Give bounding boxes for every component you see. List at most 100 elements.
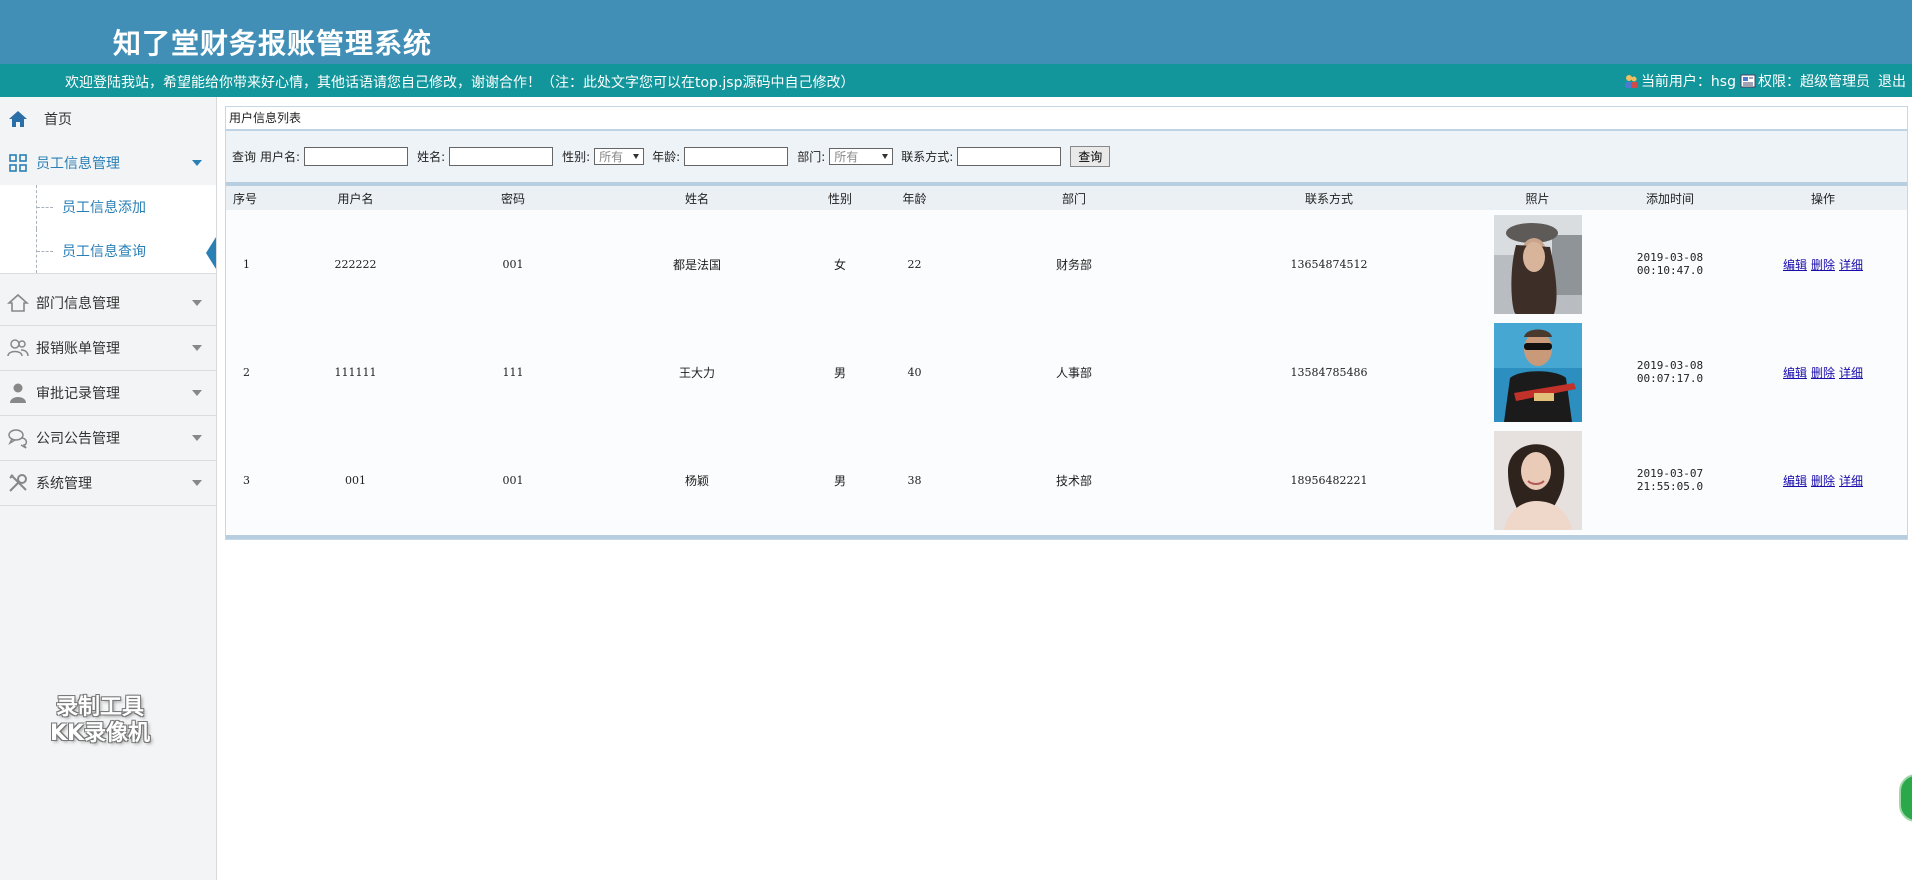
cell-time: 2019-03-08 00:07:17.0 bbox=[1636, 359, 1704, 385]
woman-portrait-photo bbox=[1493, 430, 1582, 530]
panel-title: 用户信息列表 bbox=[226, 107, 1907, 131]
edit-link[interactable]: 编辑 bbox=[1783, 366, 1807, 380]
query-button[interactable]: 查询 bbox=[1070, 146, 1111, 167]
gender-label: 性别: bbox=[562, 150, 591, 164]
user-info: 当前用户：hsg 权限：超级管理员 退出 bbox=[1623, 71, 1906, 91]
column-header: 照片 bbox=[1525, 191, 1550, 206]
user-table: 序号 用户名 密码 姓名 性别 年龄 部门 联系方式 照片 添加时间 操作 1 … bbox=[226, 186, 1907, 534]
cell-contact: 18956482221 bbox=[1290, 473, 1368, 487]
sidebar-group-system[interactable]: 系统管理 bbox=[0, 461, 216, 506]
column-header: 添加时间 bbox=[1645, 191, 1694, 206]
name-label: 姓名: bbox=[417, 150, 446, 164]
top-bar: 欢迎登陆我站，希望能给你带来好心情，其他话语请您自己修改，谢谢合作！（注：此处文… bbox=[0, 64, 1912, 97]
detail-link[interactable]: 详细 bbox=[1839, 258, 1863, 272]
app-title: 知了堂财务报账管理系统 bbox=[113, 27, 433, 60]
chevron-down-icon bbox=[882, 154, 889, 159]
users-icon bbox=[7, 337, 29, 359]
cell-age: 38 bbox=[907, 473, 922, 487]
chat-icon bbox=[7, 427, 29, 449]
contact-input[interactable] bbox=[957, 147, 1062, 166]
chevron-down-icon bbox=[192, 390, 202, 396]
cell-username: 111111 bbox=[334, 365, 377, 379]
sidebar-group-employee[interactable]: 员工信息管理 bbox=[0, 141, 216, 186]
sidebar-group-department[interactable]: 部门信息管理 bbox=[0, 281, 216, 326]
detail-link[interactable]: 详细 bbox=[1839, 474, 1863, 488]
column-header: 密码 bbox=[500, 191, 525, 206]
tools-icon bbox=[7, 472, 29, 494]
sidebar-item-label: 部门信息管理 bbox=[36, 296, 120, 312]
edit-link[interactable]: 编辑 bbox=[1783, 474, 1807, 488]
person-icon bbox=[7, 382, 29, 404]
sidebar-item-label: 系统管理 bbox=[36, 476, 92, 492]
cell-contact: 13654874512 bbox=[1290, 257, 1368, 271]
delete-link[interactable]: 删除 bbox=[1811, 258, 1835, 272]
app-header: 知了堂财务报账管理系统 bbox=[0, 0, 1912, 64]
column-header: 年龄 bbox=[902, 191, 927, 206]
column-header: 联系方式 bbox=[1304, 191, 1353, 206]
cell-dept: 人事部 bbox=[1055, 365, 1092, 380]
users-icon bbox=[1624, 75, 1638, 88]
man-guitar-photo bbox=[1493, 322, 1582, 422]
sidebar-group-announcement[interactable]: 公司公告管理 bbox=[0, 416, 216, 461]
cell-name: 杨颖 bbox=[684, 473, 709, 488]
cell-photo bbox=[1474, 210, 1601, 318]
chevron-down-icon bbox=[192, 160, 202, 166]
delete-link[interactable]: 删除 bbox=[1811, 366, 1835, 380]
sidebar-item-home[interactable]: 首页 bbox=[0, 97, 216, 142]
chevron-down-icon bbox=[192, 345, 202, 351]
dept-selected: 所有 bbox=[834, 150, 859, 164]
cell-time: 2019-03-07 21:55:05.0 bbox=[1636, 467, 1704, 493]
woman-hat-photo bbox=[1493, 214, 1582, 314]
cell-time: 2019-03-08 00:10:47.0 bbox=[1636, 251, 1704, 277]
cell-gender: 男 bbox=[833, 365, 846, 380]
chevron-down-icon bbox=[192, 480, 202, 486]
cell-no: 1 bbox=[243, 257, 250, 271]
column-header: 部门 bbox=[1061, 191, 1086, 206]
chevron-down-icon bbox=[633, 154, 640, 159]
cell-password: 001 bbox=[502, 473, 524, 487]
sidebar-item-label: 审批记录管理 bbox=[36, 386, 120, 402]
dept-select[interactable]: 所有 bbox=[829, 148, 894, 165]
cell-username: 222222 bbox=[334, 257, 377, 271]
recorder-watermark: 录制工具 KK录像机 bbox=[30, 695, 170, 747]
cell-photo bbox=[1474, 426, 1601, 534]
cell-password: 111 bbox=[502, 365, 524, 379]
tree-branch bbox=[37, 207, 53, 208]
house-icon bbox=[7, 292, 29, 314]
cell-dept: 财务部 bbox=[1055, 257, 1092, 272]
column-header: 性别 bbox=[827, 191, 852, 206]
cell-age: 40 bbox=[907, 365, 922, 379]
username-input[interactable] bbox=[304, 147, 409, 166]
gender-selected: 所有 bbox=[599, 150, 624, 164]
age-input[interactable] bbox=[684, 147, 789, 166]
delete-link[interactable]: 删除 bbox=[1811, 474, 1835, 488]
current-user-label: 当前用户：hsg bbox=[1640, 74, 1736, 90]
detail-link[interactable]: 详细 bbox=[1839, 366, 1863, 380]
contact-label: 联系方式: bbox=[901, 150, 954, 164]
cell-actions: 编辑 删除 详细 bbox=[1739, 210, 1907, 318]
submenu-label: 员工信息添加 bbox=[62, 200, 146, 216]
floating-widget-button[interactable] bbox=[1899, 774, 1912, 822]
gender-select[interactable]: 所有 bbox=[594, 148, 645, 165]
permission-icon bbox=[1740, 74, 1756, 88]
column-header: 序号 bbox=[232, 191, 257, 206]
sidebar-group-expense[interactable]: 报销账单管理 bbox=[0, 326, 216, 371]
sidebar-item-employee-add[interactable]: 员工信息添加 bbox=[0, 185, 216, 229]
cell-password: 001 bbox=[502, 257, 524, 271]
home-icon bbox=[7, 108, 29, 130]
age-label: 年龄: bbox=[652, 150, 681, 164]
sidebar-item-employee-query[interactable]: 员工信息查询 bbox=[0, 229, 216, 273]
submenu-employee: 员工信息添加 员工信息查询 bbox=[0, 185, 216, 274]
sidebar-group-approval[interactable]: 审批记录管理 bbox=[0, 371, 216, 416]
cell-no: 2 bbox=[243, 365, 250, 379]
watermark-line: KK录像机 bbox=[49, 721, 151, 746]
edit-link[interactable]: 编辑 bbox=[1783, 258, 1807, 272]
cell-photo bbox=[1474, 318, 1601, 426]
logout-link[interactable]: 退出 bbox=[1878, 71, 1906, 91]
cell-no: 3 bbox=[243, 473, 250, 487]
name-input[interactable] bbox=[449, 147, 554, 166]
sidebar-item-label: 首页 bbox=[44, 112, 72, 128]
chevron-down-icon bbox=[192, 300, 202, 306]
table-row: 1 222222 001 都是法国 女 22 财务部 13654874512 2… bbox=[226, 210, 1907, 318]
sidebar-item-label: 报销账单管理 bbox=[36, 341, 120, 357]
